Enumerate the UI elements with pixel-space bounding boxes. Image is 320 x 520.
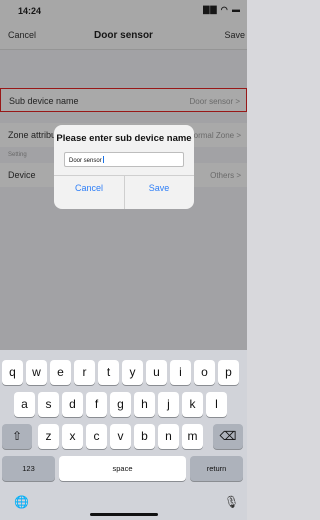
key-p[interactable]: p <box>218 360 239 385</box>
backspace-key[interactable]: ⌫ <box>213 424 243 449</box>
return-key[interactable]: return <box>190 456 243 481</box>
numbers-key[interactable]: 123 <box>2 456 55 481</box>
key-h[interactable]: h <box>134 392 155 417</box>
text-caret <box>102 156 104 163</box>
key-y[interactable]: y <box>122 360 143 385</box>
sub-device-name-input[interactable]: Door sensor <box>64 152 184 167</box>
key-v[interactable]: v <box>110 424 131 449</box>
key-n[interactable]: n <box>158 424 179 449</box>
space-key[interactable]: space <box>59 456 186 481</box>
key-t[interactable]: t <box>98 360 119 385</box>
key-b[interactable]: b <box>134 424 155 449</box>
key-j[interactable]: j <box>158 392 179 417</box>
key-k[interactable]: k <box>182 392 203 417</box>
key-u[interactable]: u <box>146 360 167 385</box>
key-d[interactable]: d <box>62 392 83 417</box>
key-o[interactable]: o <box>194 360 215 385</box>
input-value: Door sensor <box>69 158 102 164</box>
key-s[interactable]: s <box>38 392 59 417</box>
globe-icon[interactable]: 🌐 <box>14 495 29 509</box>
key-i[interactable]: i <box>170 360 191 385</box>
key-l[interactable]: l <box>206 392 227 417</box>
shift-key[interactable]: ⇧ <box>2 424 32 449</box>
dialog-save-button[interactable]: Save <box>124 178 194 202</box>
key-r[interactable]: r <box>74 360 95 385</box>
dialog-title: Please enter sub device name <box>56 133 192 144</box>
onscreen-keyboard: q w e r t y u i o p a s d f g h j k l ⇧ … <box>0 350 247 520</box>
key-f[interactable]: f <box>86 392 107 417</box>
key-g[interactable]: g <box>110 392 131 417</box>
key-z[interactable]: z <box>38 424 59 449</box>
key-q[interactable]: q <box>2 360 23 385</box>
home-indicator <box>90 513 158 516</box>
key-e[interactable]: e <box>50 360 71 385</box>
key-m[interactable]: m <box>182 424 203 449</box>
key-a[interactable]: a <box>14 392 35 417</box>
key-w[interactable]: w <box>26 360 47 385</box>
key-x[interactable]: x <box>62 424 83 449</box>
key-c[interactable]: c <box>86 424 107 449</box>
microphone-icon[interactable]: 🎙 <box>224 495 239 509</box>
dialog-cancel-button[interactable]: Cancel <box>54 178 124 202</box>
rename-dialog: Please enter sub device name Door sensor… <box>54 125 194 209</box>
